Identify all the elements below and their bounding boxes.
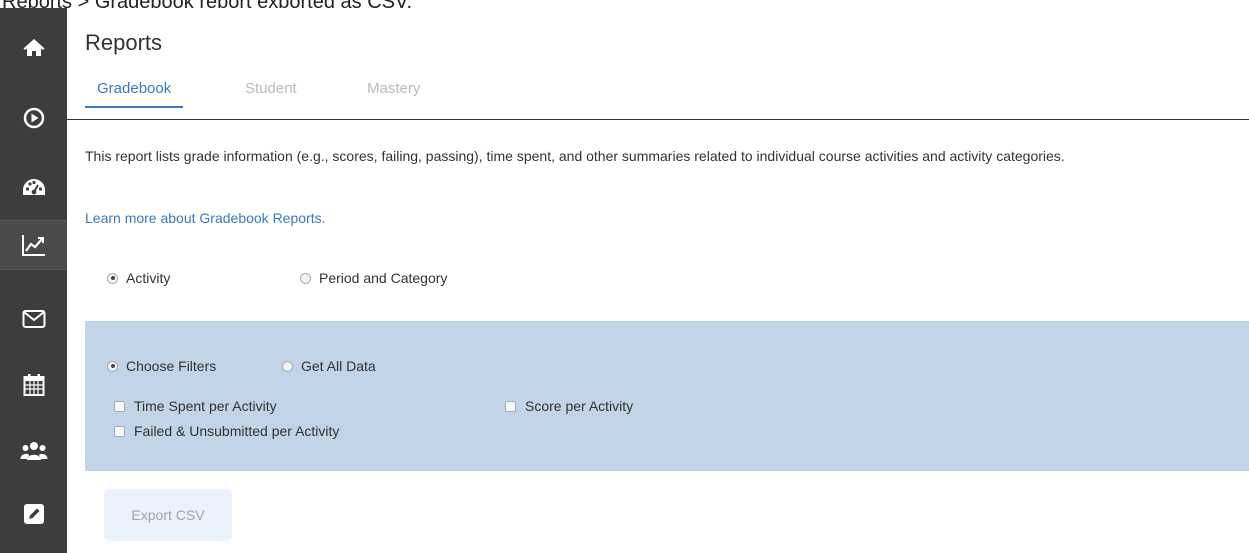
radio-get-all-data[interactable]: Get All Data [282, 358, 376, 374]
sidebar-item-edit[interactable] [0, 489, 67, 539]
radio-period-category-button[interactable] [300, 272, 311, 284]
radio-get-all-data-label: Get All Data [301, 358, 376, 374]
envelope-icon [22, 309, 46, 329]
sidebar-nav [0, 8, 67, 553]
users-group-icon [20, 440, 48, 462]
tab-student[interactable]: Student [233, 80, 309, 108]
edit-pencil-icon [23, 503, 45, 525]
dashboard-gauge-icon [21, 177, 47, 199]
radio-choose-filters-button[interactable] [107, 360, 118, 372]
checkbox-time-spent[interactable]: Time Spent per Activity [114, 398, 277, 414]
main-content: Reports Gradebook Student Mastery This r… [67, 8, 1249, 553]
sidebar-item-reports[interactable] [0, 220, 67, 270]
radio-get-all-data-button[interactable] [282, 360, 293, 372]
radio-activity-button[interactable] [107, 272, 118, 284]
home-icon [23, 38, 45, 58]
sidebar-item-people[interactable] [0, 426, 67, 476]
report-description: This report lists grade information (e.g… [85, 148, 1065, 164]
checkbox-score[interactable]: Score per Activity [505, 398, 633, 414]
sidebar-item-home[interactable] [0, 23, 67, 73]
page-title: Reports [85, 30, 163, 55]
checkbox-failed-unsubmitted-label: Failed & Unsubmitted per Activity [134, 423, 340, 439]
radio-period-category[interactable]: Period and Category [300, 270, 447, 286]
checkbox-score-label: Score per Activity [525, 398, 634, 414]
radio-period-category-label: Period and Category [319, 270, 448, 286]
checkbox-failed-unsubmitted[interactable]: Failed & Unsubmitted per Activity [114, 423, 339, 439]
checkbox-failed-unsubmitted-box[interactable] [114, 425, 125, 437]
tab-gradebook[interactable]: Gradebook [85, 80, 184, 108]
calendar-icon [23, 373, 45, 397]
filter-panel: Choose Filters Get All Data Time Spent p… [85, 321, 1249, 471]
sidebar-item-messages[interactable] [0, 294, 67, 344]
checkbox-time-spent-label: Time Spent per Activity [134, 398, 277, 414]
sidebar-item-calendar[interactable] [0, 360, 67, 410]
export-csv-button[interactable]: Export CSV [104, 489, 232, 541]
radio-choose-filters[interactable]: Choose Filters [107, 358, 216, 374]
radio-activity[interactable]: Activity [107, 270, 170, 286]
checkbox-time-spent-box[interactable] [114, 400, 125, 412]
play-circle-icon [23, 107, 45, 129]
sidebar-item-dashboard[interactable] [0, 163, 67, 213]
tab-mastery[interactable]: Mastery [355, 80, 432, 108]
radio-activity-label: Activity [126, 270, 171, 286]
line-chart-icon [21, 233, 47, 257]
checkbox-score-box[interactable] [505, 400, 516, 412]
radio-choose-filters-label: Choose Filters [126, 358, 217, 374]
page-header: Reports Gradebook Student Mastery [67, 8, 1249, 120]
learn-more-link[interactable]: Learn more about Gradebook Reports. [85, 210, 325, 226]
sidebar-item-play[interactable] [0, 93, 67, 143]
